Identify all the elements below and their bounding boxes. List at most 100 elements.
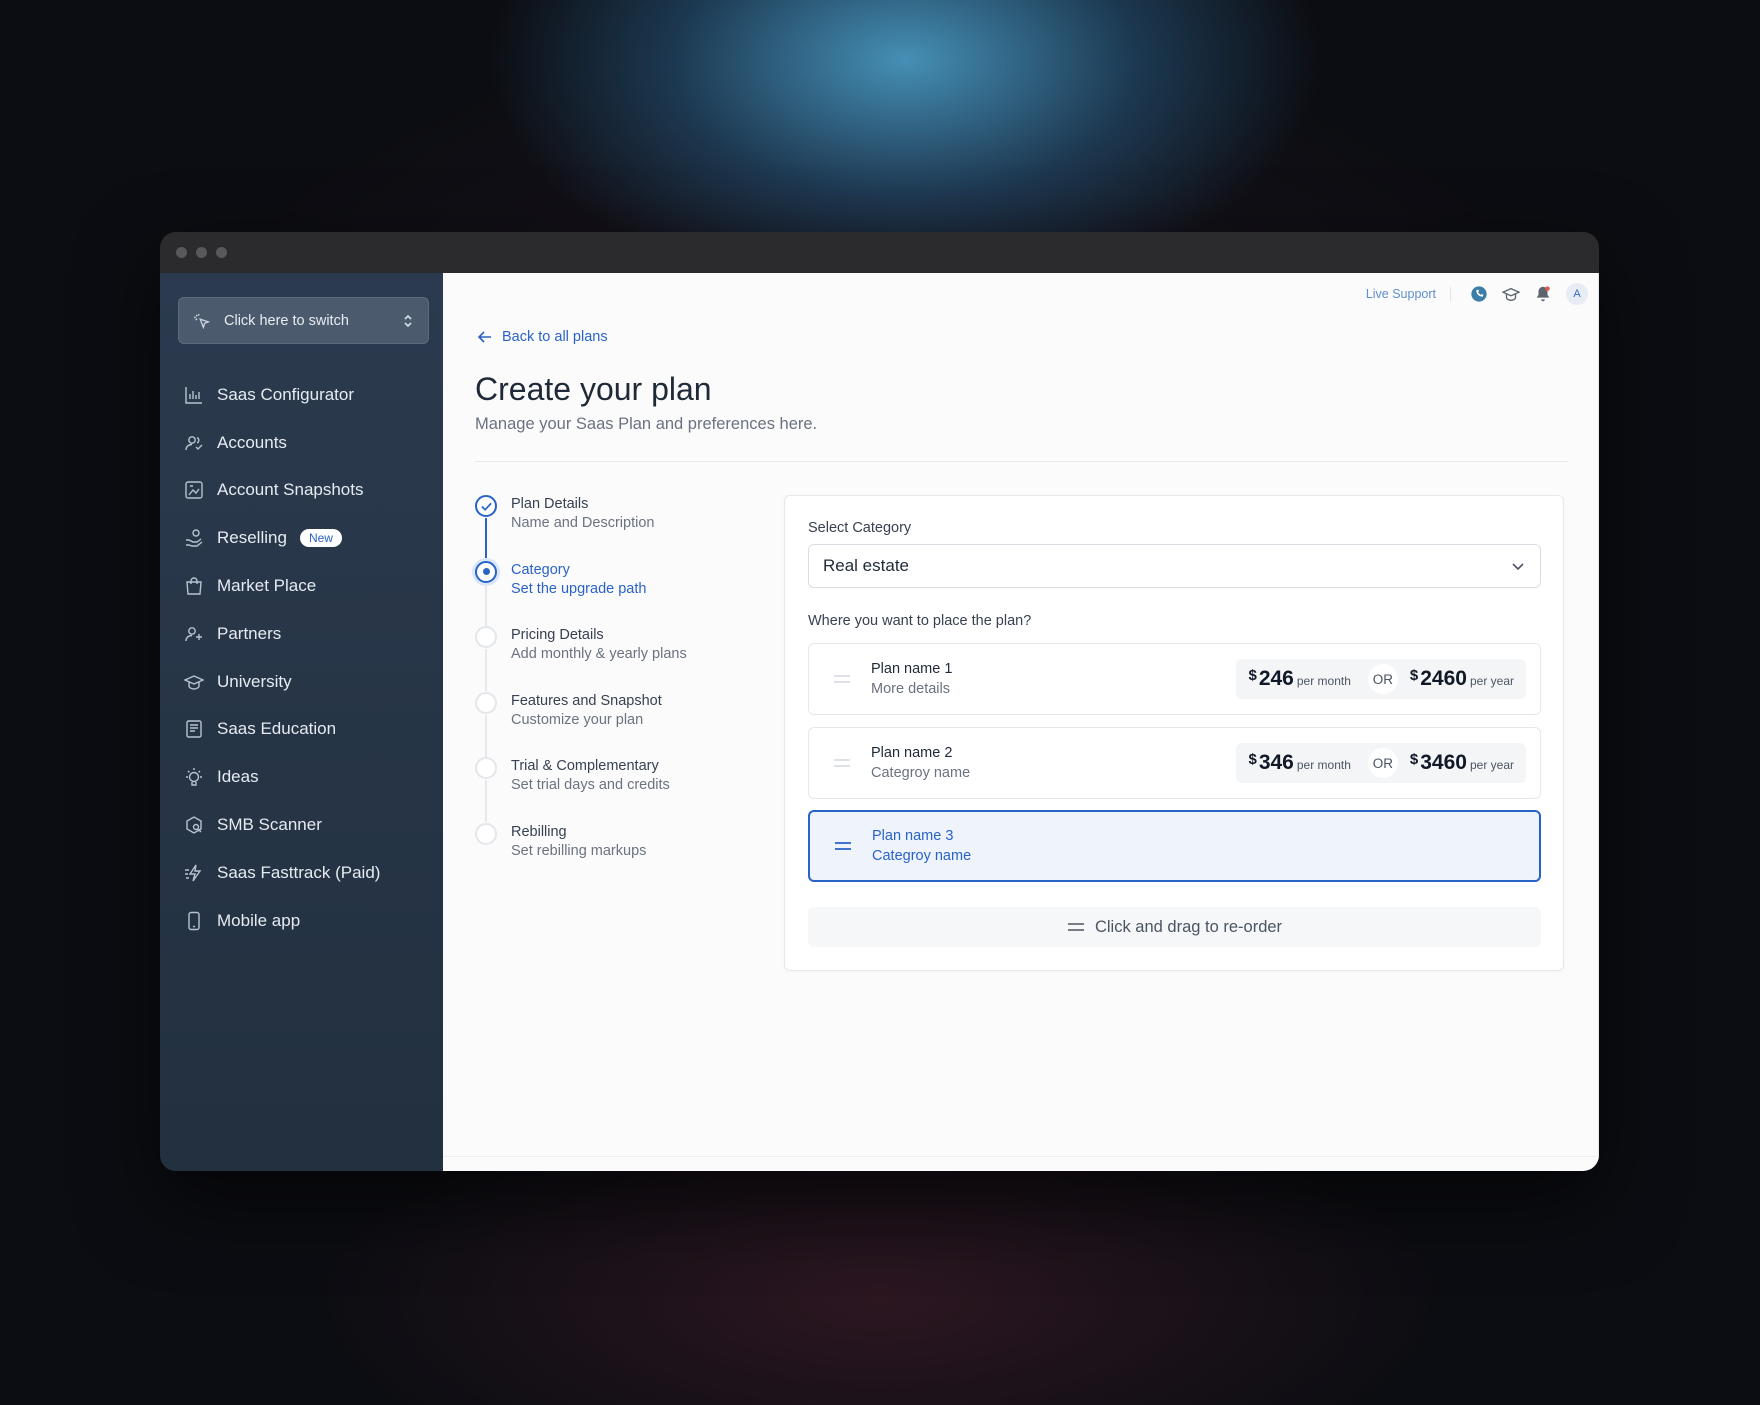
footer-divider <box>443 1156 1598 1157</box>
step-connector <box>485 518 487 560</box>
sidebar-item-label: Partners <box>217 623 282 643</box>
plan-row-1[interactable]: Plan name 1 More details $ 246 per month… <box>808 643 1541 715</box>
sidebar-item-label: Saas Configurator <box>217 384 355 404</box>
page-subtitle: Manage your Saas Plan and preferences he… <box>475 415 818 433</box>
step-description: Set rebilling markups <box>511 842 647 859</box>
window-maximize-dot[interactable] <box>216 247 227 258</box>
back-link-label: Back to all plans <box>502 329 608 345</box>
bell-icon[interactable] <box>1534 285 1552 303</box>
step-category[interactable]: Category Set the upgrade path <box>475 560 755 627</box>
step-connector <box>485 649 487 691</box>
per-year-label: per year <box>1469 758 1514 772</box>
sidebar-nav: Saas Configurator Accounts Account Snaps… <box>160 371 443 945</box>
per-month-label: per month <box>1296 758 1351 772</box>
sidebar-item-label: Market Place <box>217 576 317 596</box>
sidebar-item-account-snapshots[interactable]: Account Snapshots <box>160 467 443 515</box>
drag-handle-icon[interactable] <box>833 674 851 684</box>
plan-name: Plan name 2 <box>871 745 953 761</box>
sidebar-item-reselling[interactable]: Reselling New <box>160 514 443 562</box>
arrow-left-icon <box>477 331 491 343</box>
or-separator: OR <box>1367 748 1398 778</box>
category-select[interactable]: Real estate <box>808 544 1541 588</box>
account-switcher-label: Click here to switch <box>224 312 349 329</box>
sidebar-item-accounts[interactable]: Accounts <box>160 419 443 467</box>
currency-symbol: $ <box>1409 666 1419 684</box>
sidebar-item-university[interactable]: University <box>160 658 443 706</box>
chevron-down-icon <box>1512 563 1524 571</box>
plan-description: Categroy name <box>872 848 972 864</box>
step-pending-icon <box>475 691 497 714</box>
sidebar-item-label: SMB Scanner <box>217 815 322 835</box>
new-badge: New <box>299 529 342 548</box>
step-features-snapshot[interactable]: Features and Snapshot Customize your pla… <box>475 691 755 758</box>
main-content: Live Support A Back to all plans Create … <box>443 273 1599 1171</box>
step-description: Set trial days and credits <box>511 777 670 793</box>
lightning-icon <box>185 864 202 882</box>
sidebar-item-market-place[interactable]: Market Place <box>160 562 443 610</box>
window-minimize-dot[interactable] <box>196 247 207 258</box>
live-support-link[interactable]: Live Support <box>1366 287 1451 301</box>
currency-symbol: $ <box>1248 666 1257 684</box>
page-title: Create your plan <box>475 371 712 407</box>
account-switcher[interactable]: Click here to switch <box>178 297 429 344</box>
lightbulb-icon <box>186 768 202 786</box>
sidebar-item-label: Mobile app <box>217 910 301 930</box>
sidebar-item-label: Saas Education <box>217 719 337 739</box>
category-card: Select Category Real estate Where you wa… <box>784 495 1564 971</box>
plan-row-3-selected[interactable]: Plan name 3 Categroy name <box>808 810 1541 882</box>
plan-name: Plan name 1 <box>871 661 953 677</box>
step-current-icon <box>475 560 497 583</box>
sidebar-item-label: Account Snapshots <box>217 480 364 500</box>
sidebar-item-saas-configurator[interactable]: Saas Configurator <box>160 371 443 419</box>
step-description: Set the upgrade path <box>511 580 647 597</box>
plan-description: More details <box>871 681 950 697</box>
sidebar-item-saas-education[interactable]: Saas Education <box>160 706 443 754</box>
app-window: Click here to switch Saas Configurator A… <box>160 232 1599 1171</box>
stepper: Plan Details Name and Description Catego… <box>475 495 755 888</box>
back-to-plans-link[interactable]: Back to all plans <box>477 329 608 345</box>
users-icon <box>185 435 203 450</box>
drag-handle-icon[interactable] <box>834 841 852 851</box>
sidebar: Click here to switch Saas Configurator A… <box>160 273 443 1171</box>
step-trial-complementary[interactable]: Trial & Complementary Set trial days and… <box>475 757 755 823</box>
plan-price: $ 346 per month OR $ 3460 per year <box>1236 743 1526 783</box>
graduation-cap-icon[interactable] <box>1502 285 1520 303</box>
sidebar-item-mobile-app[interactable]: Mobile app <box>160 897 443 945</box>
step-pricing-details[interactable]: Pricing Details Add monthly & yearly pla… <box>475 626 755 692</box>
top-bar: Live Support A <box>1366 283 1588 305</box>
monthly-price: 346 <box>1258 751 1294 774</box>
partners-icon <box>185 626 202 641</box>
phone-icon[interactable] <box>1470 285 1488 303</box>
hand-coins-icon <box>186 529 203 547</box>
plan-description: Categroy name <box>871 765 971 781</box>
step-description: Add monthly & yearly plans <box>511 646 687 662</box>
sidebar-item-partners[interactable]: Partners <box>160 610 443 658</box>
shopping-bag-icon <box>186 577 202 595</box>
drag-handle-icon[interactable] <box>833 758 851 768</box>
sidebar-item-label: Saas Fasttrack (Paid) <box>217 862 381 882</box>
sidebar-item-label: University <box>217 671 292 691</box>
per-month-label: per month <box>1296 674 1351 688</box>
snapshot-icon <box>185 481 203 500</box>
step-title: Features and Snapshot <box>511 692 662 709</box>
sidebar-item-label: Reselling <box>217 528 287 548</box>
step-rebilling[interactable]: Rebilling Set rebilling markups <box>475 822 755 889</box>
sidebar-item-saas-fasttrack[interactable]: Saas Fasttrack (Paid) <box>160 849 443 897</box>
step-title: Pricing Details <box>511 627 604 643</box>
step-title: Plan Details <box>511 496 589 512</box>
plan-row-2[interactable]: Plan name 2 Categroy name $ 346 per mont… <box>808 727 1541 799</box>
step-title: Rebilling <box>511 823 567 840</box>
sidebar-item-smb-scanner[interactable]: SMB Scanner <box>160 801 443 849</box>
book-icon <box>186 720 202 739</box>
sidebar-item-label: Ideas <box>217 767 259 787</box>
sidebar-item-ideas[interactable]: Ideas <box>160 753 443 801</box>
place-plan-label: Where you want to place the plan? <box>808 613 1032 629</box>
step-title: Trial & Complementary <box>511 758 659 774</box>
avatar[interactable]: A <box>1566 283 1588 305</box>
step-connector <box>485 780 487 822</box>
step-plan-details[interactable]: Plan Details Name and Description <box>475 495 755 561</box>
yearly-price: 3460 <box>1420 751 1467 774</box>
divider <box>475 461 1568 462</box>
window-close-dot[interactable] <box>176 247 187 258</box>
step-title: Category <box>511 561 570 578</box>
